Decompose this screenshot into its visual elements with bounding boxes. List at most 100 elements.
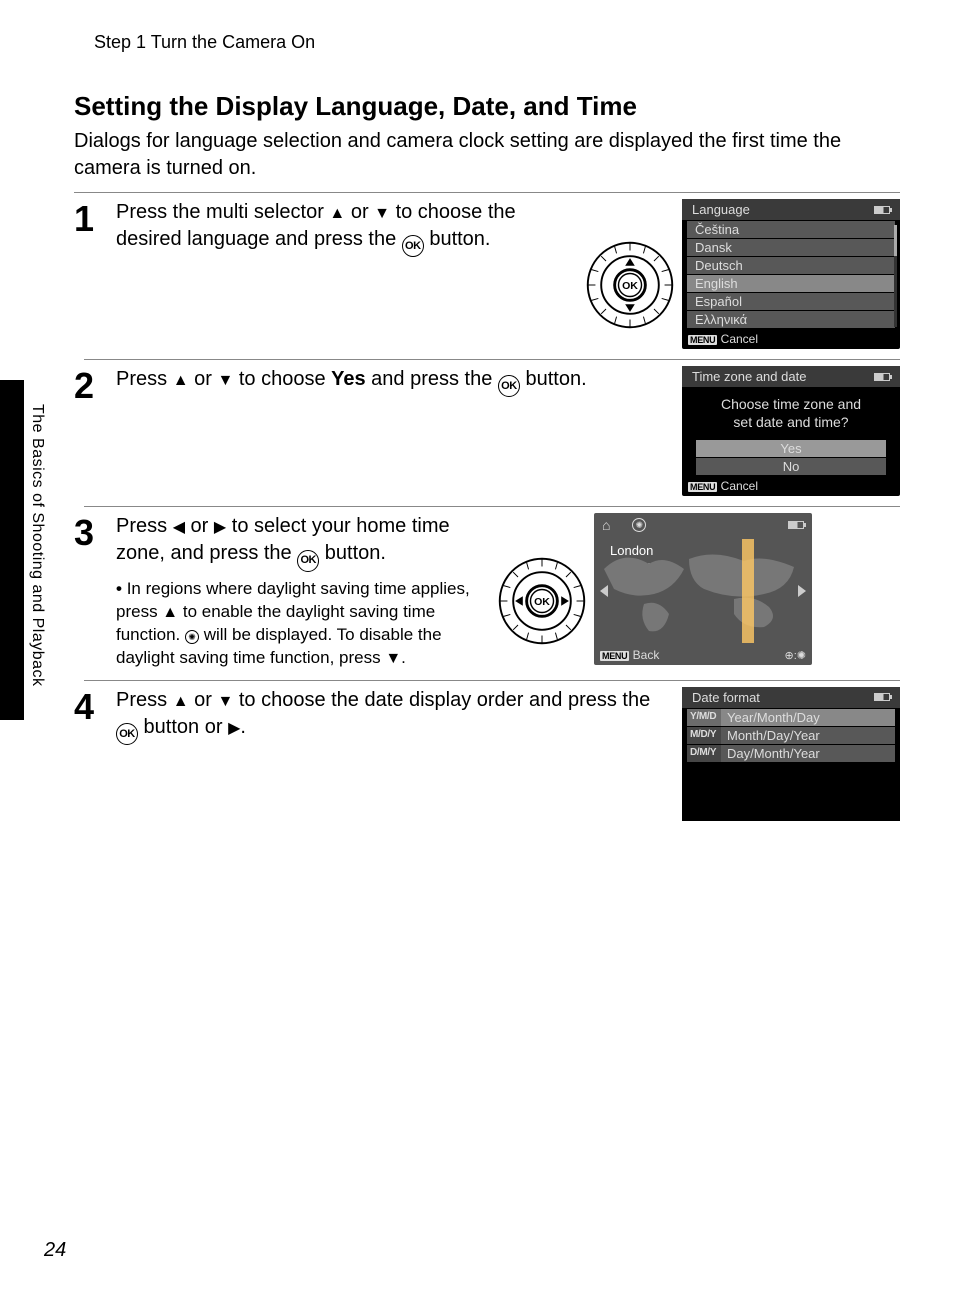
lcd-footer-text: Cancel [721,479,758,493]
right-triangle-icon: ▶ [228,718,240,740]
step-2: 2 Press ▲ or ▼ to choose Yes and press t… [74,366,900,496]
down-triangle-icon: ▼ [374,203,390,225]
dateformat-tag: Y/M/D [687,709,721,726]
battery-icon [788,521,804,529]
dateformat-tag: M/D/Y [687,727,721,744]
lcd-footer: MENU Back ⊕:✺ [594,645,812,665]
right-triangle-icon: ▶ [214,517,226,539]
lcd-date-format: Date format Y/M/DYear/Month/DayM/D/YMont… [682,687,900,821]
lcd-title: Language [692,202,750,217]
prompt-line: set date and time? [733,414,848,430]
ok-button-icon: OK [297,550,319,572]
text-fragment: Press [116,368,173,390]
text-fragment: or [189,689,218,711]
lcd-title: Date format [692,690,760,705]
text-fragment: . [401,648,406,667]
step-number: 1 [74,199,116,349]
lcd-header: Time zone and date [682,366,900,387]
lcd-language-screen: Language ČeštinaDanskDeutschEnglishEspañ… [682,199,900,349]
text-fragment: to choose [233,368,331,390]
text-fragment: Press [116,515,173,537]
step-3: 3 Press ◀ or ▶ to select your home time … [74,513,900,669]
text-fragment: button. [319,542,386,564]
lcd-footer: MENU Cancel [682,329,900,349]
divider [84,506,900,507]
dateformat-label: Day/Month/Year [721,745,826,762]
dateformat-label: Year/Month/Day [721,709,826,726]
lcd-language-item[interactable]: Ελληνικά [687,311,895,328]
text-fragment: button. [520,368,587,390]
lcd-footer-text: Cancel [721,332,758,346]
dateformat-tag: D/M/Y [687,745,721,762]
step-3-note: In regions where daylight saving time ap… [116,578,486,670]
side-section-label: The Basics of Shooting and Playback [28,404,46,687]
rotary-dial-updown-icon: OK [582,237,678,333]
text-fragment: or [345,201,374,223]
lcd-option-no[interactable]: No [696,458,886,475]
menu-badge-icon: MENU [688,335,717,345]
home-icon: ⌂ [602,517,610,533]
dst-hint-icon: ⊕:✺ [785,649,807,662]
lcd-footer-text: Back [633,648,660,662]
lcd-option-yes[interactable]: Yes [696,440,886,457]
rotary-dial-leftright-icon: OK [494,553,590,649]
lcd-language-item[interactable]: Deutsch [687,257,895,274]
divider [84,359,900,360]
down-triangle-icon: ▼ [217,691,233,713]
step-number: 4 [74,687,116,821]
side-tab [0,380,24,720]
dateformat-label: Month/Day/Year [721,727,826,744]
up-triangle-icon: ▲ [162,602,178,624]
lcd-world-map: ⌂ ✺ London Casablanca [594,513,812,665]
lcd-language-item[interactable]: English [687,275,895,292]
text-fragment: . [240,716,246,738]
up-triangle-icon: ▲ [173,370,189,392]
intro-text: Dialogs for language selection and camer… [74,128,890,182]
step-number: 2 [74,366,116,496]
text-fragment: Press [116,689,173,711]
battery-icon [874,693,890,701]
step-4-text: Press ▲ or ▼ to choose the date display … [116,687,674,745]
svg-text:OK: OK [534,596,550,608]
lcd-language-item[interactable]: Čeština [687,221,895,238]
step-1-text: Press the multi selector ▲ or ▼ to choos… [116,199,574,257]
step-1: 1 Press the multi selector ▲ or ▼ to cho… [74,199,900,349]
down-triangle-icon: ▼ [217,370,233,392]
text-fragment: and press the [366,368,498,390]
left-triangle-icon: ◀ [173,517,185,539]
battery-icon [874,373,890,381]
text-fragment: Press the multi selector [116,201,329,223]
lcd-timezone-prompt: Time zone and date Choose time zone and … [682,366,900,496]
scrollbar [894,225,897,327]
ok-button-icon: OK [116,723,138,745]
lcd-language-item[interactable]: Dansk [687,239,895,256]
timezone-highlight [742,539,754,643]
lcd-title: Time zone and date [692,369,806,384]
divider [84,680,900,681]
ok-button-icon: OK [498,375,520,397]
text-fragment: or [189,368,218,390]
up-triangle-icon: ▲ [329,203,345,225]
lcd-footer: MENU Cancel [682,476,900,496]
up-triangle-icon: ▲ [173,691,189,713]
svg-text:OK: OK [622,280,638,292]
text-yes: Yes [331,368,365,390]
menu-badge-icon: MENU [688,482,717,492]
ok-button-icon: OK [402,235,424,257]
lcd-dateformat-item[interactable]: M/D/YMonth/Day/Year [687,727,895,744]
lcd-header: Language [682,199,900,220]
lcd-language-item[interactable]: Español [687,293,895,310]
step-3-text: Press ◀ or ▶ to select your home time zo… [116,513,486,571]
menu-badge-icon: MENU [600,651,629,661]
text-fragment: or [185,515,214,537]
step-number: 3 [74,513,116,669]
lcd-dateformat-item[interactable]: Y/M/DYear/Month/Day [687,709,895,726]
text-fragment: to choose the date display order and pre… [233,689,650,711]
dst-globe-icon: ✺ [185,630,199,644]
lcd-dateformat-item[interactable]: D/M/YDay/Month/Year [687,745,895,762]
divider [74,192,900,193]
down-triangle-icon: ▼ [385,648,401,670]
world-map-icon [594,539,812,643]
lcd-header: Date format [682,687,900,708]
text-fragment: button. [424,228,491,250]
